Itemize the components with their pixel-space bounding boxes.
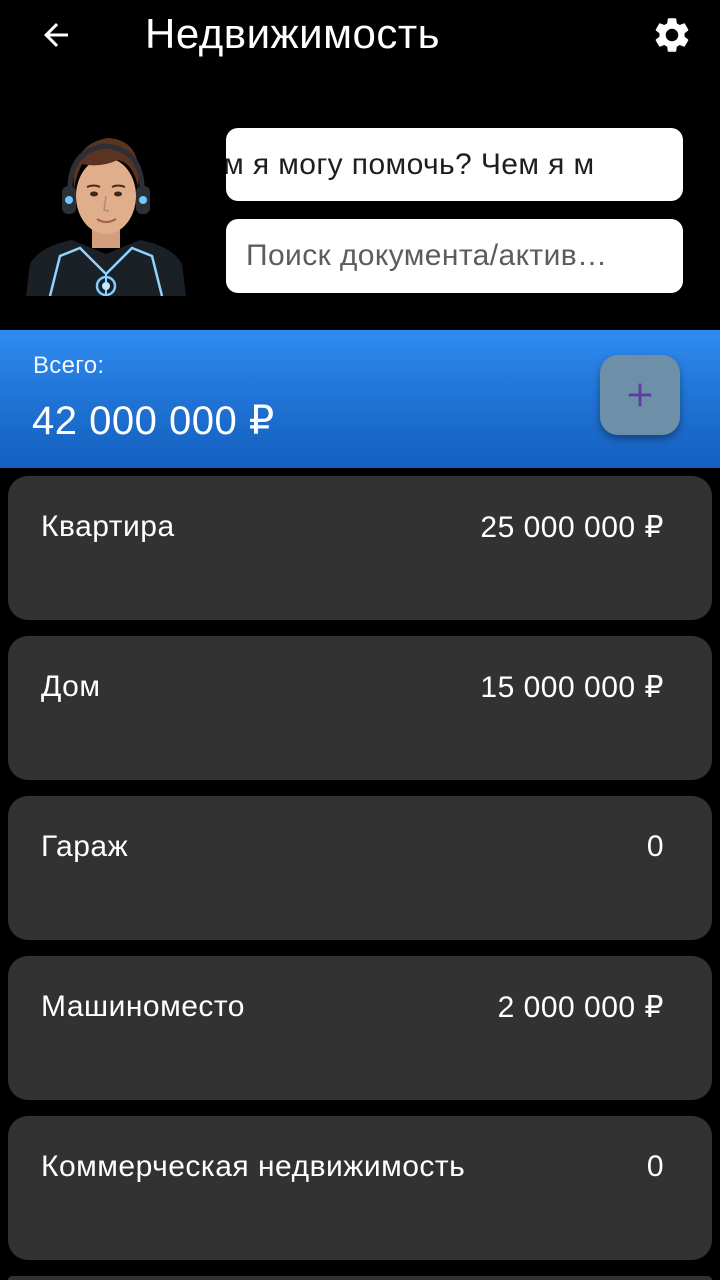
assistant-avatar[interactable] (20, 124, 192, 296)
list-item-partial (8, 1276, 712, 1280)
add-button[interactable] (600, 355, 680, 435)
item-name: Машиноместо (41, 990, 245, 1023)
total-label: Всего: (33, 352, 105, 379)
back-button[interactable] (30, 12, 82, 58)
gear-icon (655, 18, 689, 52)
item-value: 15 000 000 ₽ (480, 671, 664, 704)
arrow-back-icon (44, 23, 68, 47)
list-item[interactable]: Коммерческая недвижимость 0 (8, 1116, 712, 1260)
item-value: 25 000 000 ₽ (480, 511, 664, 544)
assistant-message-text: ем я могу помочь? Чем я м (226, 148, 595, 181)
item-name: Коммерческая недвижимость (41, 1150, 466, 1183)
total-value: 42 000 000 ₽ (32, 399, 275, 443)
settings-button[interactable] (646, 10, 698, 60)
item-name: Гараж (41, 830, 129, 863)
item-name: Дом (41, 670, 101, 703)
search-input[interactable] (226, 219, 683, 293)
search-box[interactable] (226, 219, 683, 293)
total-panel: Всего: 42 000 000 ₽ (0, 330, 720, 468)
page-title: Недвижимость (145, 10, 440, 57)
list-item[interactable]: Квартира 25 000 000 ₽ (8, 476, 712, 620)
plus-icon (628, 383, 652, 407)
item-value: 0 (646, 1150, 664, 1183)
list-item[interactable]: Дом 15 000 000 ₽ (8, 636, 712, 780)
item-value: 0 (646, 830, 664, 863)
assistant-message-bubble: ем я могу помочь? Чем я м (226, 128, 683, 201)
app-bar: Недвижимость (0, 0, 720, 70)
list-item[interactable]: Гараж 0 (8, 796, 712, 940)
list-item[interactable]: Машиноместо 2 000 000 ₽ (8, 956, 712, 1100)
item-value: 2 000 000 ₽ (497, 991, 664, 1024)
item-name: Квартира (41, 510, 175, 543)
